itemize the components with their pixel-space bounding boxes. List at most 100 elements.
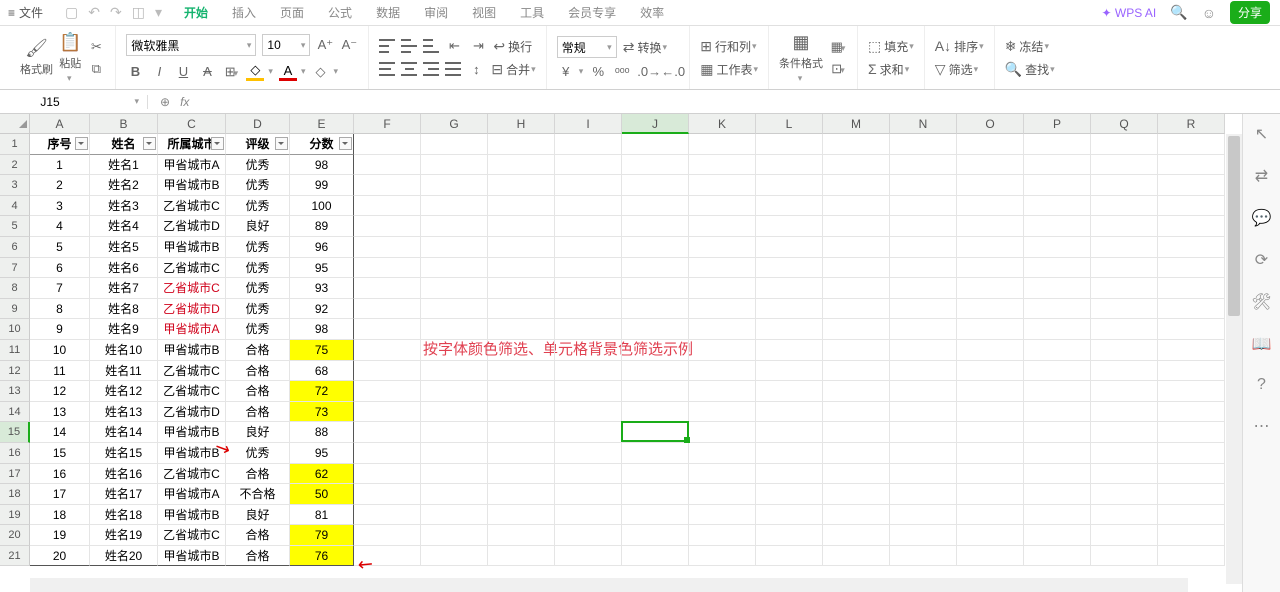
cell[interactable] bbox=[890, 278, 957, 299]
cell[interactable] bbox=[957, 196, 1024, 217]
cell[interactable] bbox=[555, 258, 622, 279]
cell[interactable] bbox=[756, 155, 823, 176]
cell[interactable] bbox=[421, 546, 488, 567]
cell[interactable]: 13 bbox=[30, 402, 90, 423]
cell[interactable] bbox=[354, 525, 421, 546]
cell[interactable] bbox=[622, 155, 689, 176]
inc-decimal-icon[interactable]: .0→ bbox=[637, 64, 655, 79]
cell[interactable] bbox=[890, 216, 957, 237]
cell[interactable] bbox=[421, 299, 488, 320]
zoom-icon[interactable]: ⊕ bbox=[160, 95, 170, 109]
paste-button[interactable]: 📋粘贴▾ bbox=[59, 32, 81, 84]
cell[interactable] bbox=[957, 464, 1024, 485]
cell[interactable]: 12 bbox=[30, 381, 90, 402]
cell[interactable] bbox=[622, 216, 689, 237]
cell[interactable]: 14 bbox=[30, 422, 90, 443]
cell[interactable]: 乙省城市C bbox=[158, 464, 226, 485]
cell[interactable] bbox=[957, 175, 1024, 196]
cell[interactable] bbox=[555, 361, 622, 382]
row-header[interactable]: 21 bbox=[0, 546, 30, 567]
cell[interactable] bbox=[1024, 237, 1091, 258]
column-header[interactable]: I bbox=[555, 114, 622, 134]
column-header[interactable]: P bbox=[1024, 114, 1091, 134]
cell[interactable] bbox=[1091, 278, 1158, 299]
cell[interactable] bbox=[622, 319, 689, 340]
cell[interactable] bbox=[622, 340, 689, 361]
cell[interactable] bbox=[756, 505, 823, 526]
cell[interactable] bbox=[622, 381, 689, 402]
cell[interactable] bbox=[1091, 299, 1158, 320]
cell[interactable]: 乙省城市C bbox=[158, 381, 226, 402]
row-header[interactable]: 9 bbox=[0, 299, 30, 320]
cell[interactable] bbox=[957, 443, 1024, 464]
cell[interactable] bbox=[421, 216, 488, 237]
cell[interactable] bbox=[1158, 464, 1225, 485]
cell[interactable]: 优秀 bbox=[226, 258, 290, 279]
cell[interactable] bbox=[421, 464, 488, 485]
cell[interactable] bbox=[957, 155, 1024, 176]
cell[interactable]: 甲省城市B bbox=[158, 237, 226, 258]
orientation-icon[interactable]: ↕ bbox=[467, 62, 485, 77]
cell[interactable] bbox=[421, 196, 488, 217]
cell[interactable] bbox=[354, 464, 421, 485]
cell[interactable]: 98 bbox=[290, 319, 354, 340]
cell[interactable] bbox=[555, 216, 622, 237]
cell[interactable] bbox=[488, 381, 555, 402]
filter-button[interactable]: ▽筛选▾ bbox=[935, 61, 984, 78]
cell[interactable] bbox=[823, 134, 890, 155]
cell[interactable] bbox=[354, 361, 421, 382]
cell[interactable] bbox=[689, 258, 756, 279]
cell[interactable]: 3 bbox=[30, 196, 90, 217]
cell[interactable] bbox=[823, 505, 890, 526]
cell[interactable] bbox=[823, 196, 890, 217]
cell[interactable] bbox=[354, 155, 421, 176]
cell[interactable] bbox=[488, 484, 555, 505]
cell[interactable] bbox=[689, 299, 756, 320]
border-button[interactable]: ⊞▾ bbox=[222, 64, 240, 80]
ribbon-tab[interactable]: 工具 bbox=[520, 4, 544, 21]
cell[interactable] bbox=[622, 237, 689, 258]
font-name-select[interactable]: 微软雅黑▾ bbox=[126, 34, 256, 56]
cell[interactable] bbox=[354, 381, 421, 402]
cell[interactable] bbox=[957, 340, 1024, 361]
cell[interactable] bbox=[354, 134, 421, 155]
cell[interactable]: 62 bbox=[290, 464, 354, 485]
cell[interactable] bbox=[555, 196, 622, 217]
cell[interactable] bbox=[354, 258, 421, 279]
align-bottom-icon[interactable] bbox=[423, 39, 439, 53]
cell[interactable] bbox=[421, 484, 488, 505]
cell[interactable] bbox=[957, 216, 1024, 237]
cell[interactable] bbox=[622, 422, 689, 443]
cell[interactable] bbox=[354, 505, 421, 526]
cell[interactable] bbox=[823, 546, 890, 567]
cell[interactable] bbox=[488, 422, 555, 443]
comment-icon[interactable]: 💬 bbox=[1252, 208, 1272, 228]
cell[interactable] bbox=[890, 381, 957, 402]
cell[interactable] bbox=[622, 464, 689, 485]
cell[interactable] bbox=[689, 340, 756, 361]
cell[interactable] bbox=[689, 484, 756, 505]
cell[interactable]: 乙省城市D bbox=[158, 299, 226, 320]
cell[interactable] bbox=[957, 237, 1024, 258]
cell[interactable] bbox=[555, 340, 622, 361]
cell[interactable] bbox=[488, 340, 555, 361]
row-header[interactable]: 16 bbox=[0, 443, 30, 464]
cell[interactable] bbox=[1091, 464, 1158, 485]
cell[interactable]: 姓名9 bbox=[90, 319, 158, 340]
cell[interactable]: 姓名13 bbox=[90, 402, 158, 423]
cell[interactable]: 甲省城市B bbox=[158, 175, 226, 196]
cell[interactable] bbox=[1158, 361, 1225, 382]
cell[interactable] bbox=[756, 175, 823, 196]
cell[interactable] bbox=[689, 237, 756, 258]
cell[interactable] bbox=[1158, 237, 1225, 258]
cell[interactable] bbox=[488, 361, 555, 382]
cell[interactable]: 序号 bbox=[30, 134, 90, 155]
cell[interactable] bbox=[756, 443, 823, 464]
cell[interactable] bbox=[421, 278, 488, 299]
cell[interactable] bbox=[555, 319, 622, 340]
column-header[interactable]: J bbox=[622, 114, 689, 134]
worksheet-button[interactable]: ▦工作表▾ bbox=[700, 61, 758, 78]
cell[interactable] bbox=[354, 319, 421, 340]
indent-dec-icon[interactable]: ⇤ bbox=[445, 38, 463, 54]
cell[interactable] bbox=[1024, 381, 1091, 402]
